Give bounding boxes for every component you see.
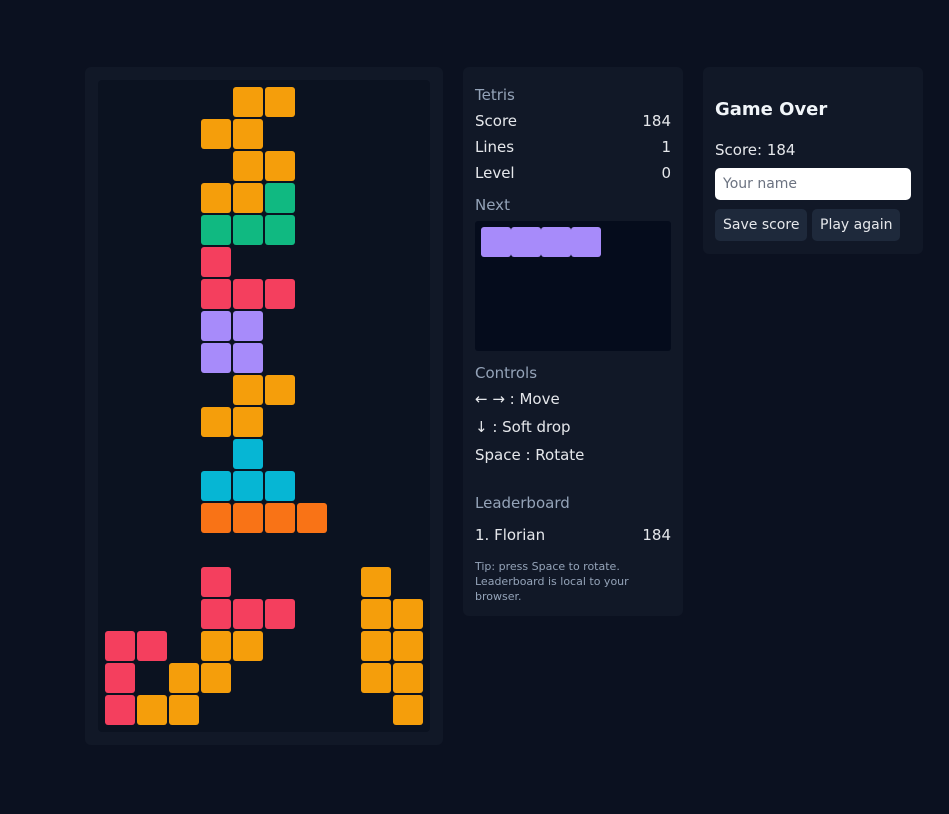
board-cell [169,695,199,725]
board-panel [85,67,443,745]
final-score: Score: 184 [715,141,796,159]
board-cell [137,695,167,725]
board-cell [361,599,391,629]
side-panel: Tetris Score 184 Lines 1 Level 0 Next Co… [463,67,683,616]
board-cell [233,631,263,661]
board-cell [201,567,231,597]
board-cell [393,599,423,629]
control-move: ← → : Move [475,390,560,408]
board-cell [201,279,231,309]
board-cell [361,663,391,693]
next-label: Next [475,196,510,214]
board-cell [105,695,135,725]
board-cell [201,631,231,661]
level-value: 0 [661,164,671,182]
board-cell [201,407,231,437]
board-cell [265,279,295,309]
leaderboard-entry-name: 1. Florian [475,526,546,544]
board-cell [233,215,263,245]
tip-text: Tip: press Space to rotate. Leaderboard … [475,560,629,603]
level-label: Level [475,164,515,182]
control-rotate: Space : Rotate [475,446,585,464]
lines-label: Lines [475,138,515,156]
play-again-button[interactable]: Play again [812,209,901,241]
board-cell [201,119,231,149]
game-board[interactable] [98,80,430,732]
board-cell [201,183,231,213]
next-piece-cell [541,227,571,257]
board-cell [265,183,295,213]
board-cell [233,279,263,309]
board-cell [233,599,263,629]
board-cell [265,471,295,501]
board-cell [105,663,135,693]
board-cell [361,567,391,597]
board-cell [233,151,263,181]
leaderboard-label: Leaderboard [475,494,570,512]
board-cell [201,471,231,501]
board-cell [137,631,167,661]
board-cell [233,503,263,533]
game-title: Tetris [475,86,515,104]
game-over-title: Game Over [715,99,828,120]
board-cell [105,631,135,661]
board-cell [265,375,295,405]
board-cell [233,119,263,149]
game-over-panel: Game Over Score: 184 Save score Play aga… [703,67,923,254]
board-cell [201,215,231,245]
board-cell [393,631,423,661]
score-value: 184 [642,112,671,130]
name-input[interactable] [715,168,911,200]
board-cell [265,87,295,117]
score-label: Score [475,112,518,130]
next-piece-cell [481,227,511,257]
board-cell [233,439,263,469]
board-cell [233,471,263,501]
board-cell [393,663,423,693]
board-cell [201,247,231,277]
control-soft-drop: ↓ : Soft drop [475,418,571,436]
board-cell [361,631,391,661]
board-cell [201,343,231,373]
board-cell [297,503,327,533]
save-score-button[interactable]: Save score [715,209,808,241]
controls-label: Controls [475,364,538,382]
board-cell [233,343,263,373]
board-cell [233,375,263,405]
board-cell [233,183,263,213]
next-piece-cell [511,227,541,257]
next-piece-cell [571,227,601,257]
board-cell [233,311,263,341]
next-piece-preview [475,221,671,351]
board-cell [265,599,295,629]
board-cell [265,151,295,181]
board-cell [233,407,263,437]
board-cell [265,503,295,533]
board-cell [393,695,423,725]
lines-value: 1 [661,138,671,156]
board-cell [201,663,231,693]
board-cell [201,311,231,341]
board-cell [169,663,199,693]
board-cell [265,215,295,245]
board-cell [233,87,263,117]
board-cell [201,503,231,533]
board-cell [201,599,231,629]
leaderboard-entry-score: 184 [642,526,671,544]
